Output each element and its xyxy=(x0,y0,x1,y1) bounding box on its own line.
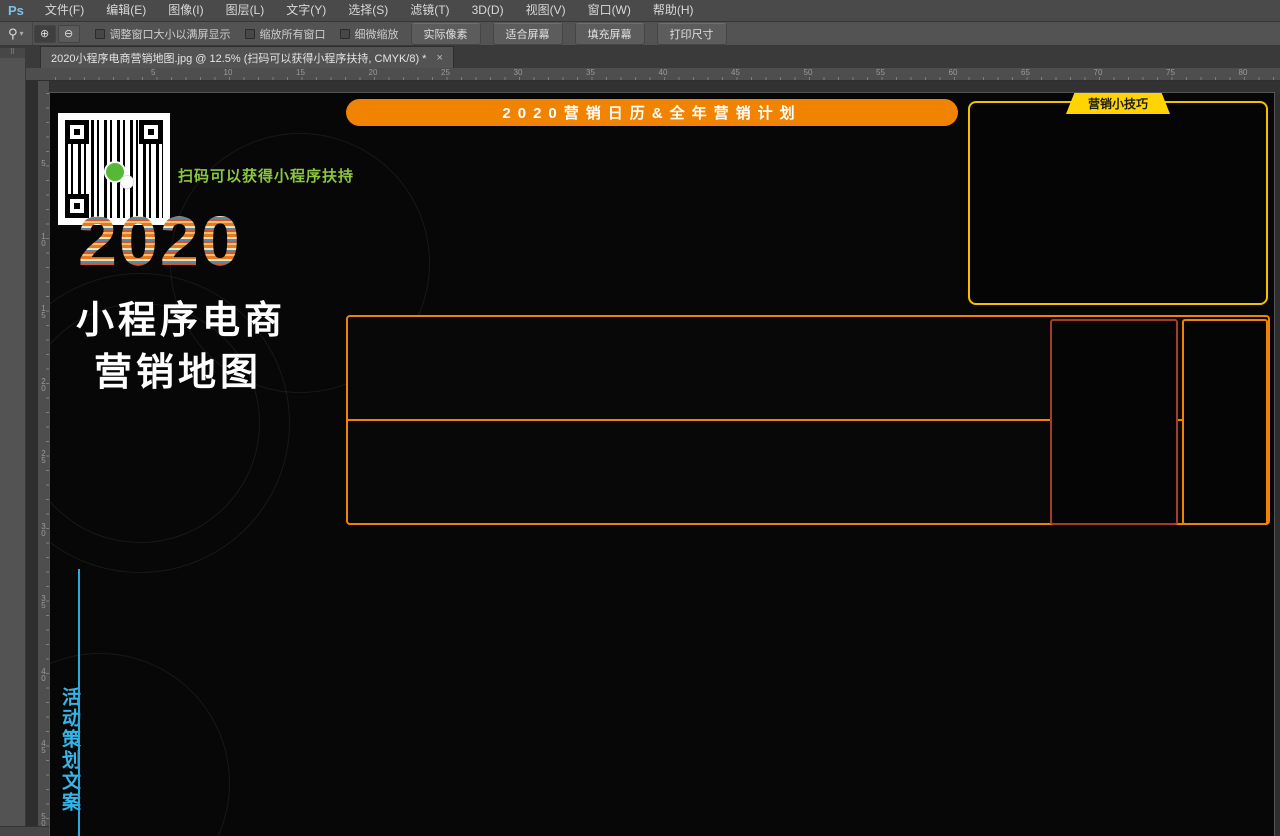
menu-item[interactable]: 文件(F) xyxy=(34,3,95,17)
option-button[interactable]: 实际像素 xyxy=(411,23,481,45)
calendar-grid xyxy=(346,135,962,309)
option-checkbox[interactable]: 细微缩放 xyxy=(340,26,399,42)
left-vertical-label: 活动策划文案 xyxy=(56,569,78,836)
menu-item[interactable]: 3D(D) xyxy=(461,3,515,17)
qr-caption: 扫码可以获得小程序扶持 xyxy=(178,165,354,186)
menu-item[interactable]: 窗口(W) xyxy=(577,3,642,17)
option-button[interactable]: 填充屏幕 xyxy=(575,23,645,45)
tab-close-icon[interactable]: × xyxy=(436,52,442,64)
menu-item[interactable]: 文字(Y) xyxy=(275,3,337,17)
tool-palette: ⠿ xyxy=(0,48,26,836)
chevron-down-icon: ▾ xyxy=(20,29,24,38)
option-button[interactable]: 适合屏幕 xyxy=(493,23,563,45)
calendar-banner: 2020营销日历&全年营销计划 xyxy=(346,99,958,126)
canvas-document[interactable]: 扫码可以获得小程序扶持 2020 小程序电商 营销地图 2020营销日历&全年营… xyxy=(50,93,1274,836)
option-checkbox[interactable]: 缩放所有窗口 xyxy=(245,26,326,42)
poster-title-line2: 营销地图 xyxy=(94,341,262,396)
document-tab-title: 2020小程序电商营销地图.jpg @ 12.5% (扫码可以获得小程序扶持, … xyxy=(51,50,426,66)
option-button[interactable]: 打印尺寸 xyxy=(657,23,727,45)
festival-panel xyxy=(1050,319,1178,525)
menu-item[interactable]: 视图(V) xyxy=(515,3,577,17)
menu-items: 文件(F)编辑(E)图像(I)图层(L)文字(Y)选择(S)滤镜(T)3D(D)… xyxy=(34,0,705,21)
menu-bar: Ps 文件(F)编辑(E)图像(I)图层(L)文字(Y)选择(S)滤镜(T)3D… xyxy=(0,0,1280,22)
toolbar-grip[interactable]: ⠿ xyxy=(0,48,25,58)
yearend-column xyxy=(1182,319,1268,525)
options-bar: ⚲ ▾ ⊕ ⊖ 调整窗口大小以满屏显示缩放所有窗口细微缩放 实际像素适合屏幕填充… xyxy=(0,22,1280,46)
horizontal-ruler: 5101520253035404550556065707580 xyxy=(26,68,1280,81)
mindmap-section: 活动策划文案 xyxy=(56,569,1268,836)
zoom-in-button[interactable]: ⊕ xyxy=(34,25,56,43)
zoom-tool-icon: ⚲ xyxy=(8,26,18,42)
phase-header xyxy=(50,535,1274,565)
pasteboard xyxy=(50,81,1280,93)
option-checkbox[interactable]: 调整窗口大小以满屏显示 xyxy=(95,26,231,42)
poster-title-line1: 小程序电商 xyxy=(76,289,286,344)
document-tab-bar: ▸▸ 2020小程序电商营销地图.jpg @ 12.5% (扫码可以获得小程序扶… xyxy=(0,46,1280,68)
poster-year: 2020 xyxy=(78,201,242,281)
tool-preset-dropdown[interactable]: ⚲ ▾ xyxy=(0,22,33,45)
tips-title: 营销小技巧 xyxy=(1066,93,1170,114)
document-tab[interactable]: 2020小程序电商营销地图.jpg @ 12.5% (扫码可以获得小程序扶持, … xyxy=(40,46,454,68)
menu-item[interactable]: 滤镜(T) xyxy=(399,3,460,17)
menu-item[interactable]: 图层(L) xyxy=(215,3,276,17)
zoom-out-button[interactable]: ⊖ xyxy=(58,25,80,43)
menu-item[interactable]: 选择(S) xyxy=(337,3,399,17)
marketing-tips-panel: 营销小技巧 xyxy=(968,101,1268,305)
menu-item[interactable]: 帮助(H) xyxy=(642,3,705,17)
photoshop-logo: Ps xyxy=(0,3,34,18)
menu-item[interactable]: 编辑(E) xyxy=(95,3,157,17)
menu-item[interactable]: 图像(I) xyxy=(157,3,214,17)
vertical-ruler: 5101520253035404550 xyxy=(38,81,50,836)
